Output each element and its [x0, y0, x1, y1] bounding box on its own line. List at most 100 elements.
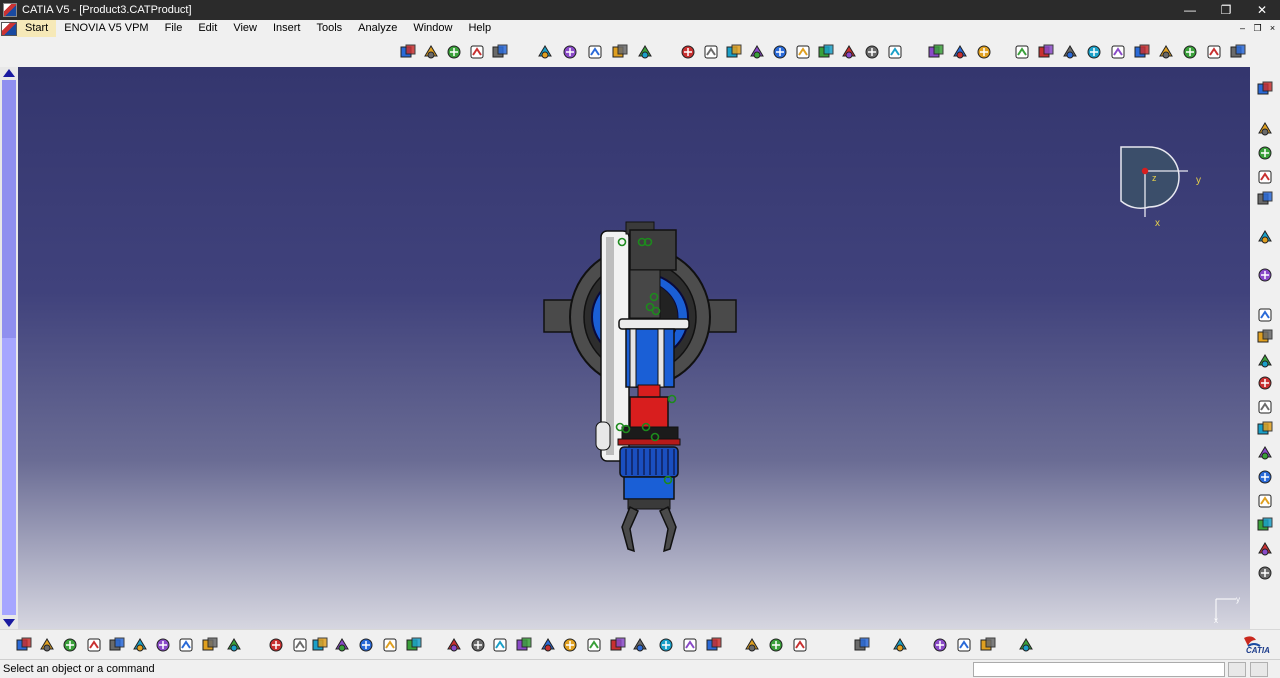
- section-icon[interactable]: [610, 42, 630, 62]
- paste-icon[interactable]: [153, 635, 173, 655]
- gripper-assembly[interactable]: [543, 221, 737, 553]
- fly-icon[interactable]: [444, 635, 464, 655]
- select-icon[interactable]: [1255, 227, 1275, 247]
- back-view-icon[interactable]: [1036, 42, 1056, 62]
- tree-icon[interactable]: [490, 42, 510, 62]
- menu-start[interactable]: Start: [17, 20, 57, 37]
- stop-icon[interactable]: [1255, 397, 1275, 417]
- swap-visible-icon[interactable]: [1204, 42, 1224, 62]
- analyze-icon[interactable]: [1255, 419, 1275, 439]
- shading-icon[interactable]: [656, 635, 676, 655]
- save-icon[interactable]: [60, 635, 80, 655]
- scroll-up-icon[interactable]: [3, 69, 15, 77]
- sketch-2-icon[interactable]: [1255, 143, 1275, 163]
- table-icon[interactable]: [332, 635, 352, 655]
- maximize-button[interactable]: ❐: [1208, 0, 1244, 20]
- search-icon[interactable]: [585, 42, 605, 62]
- multi-constraint-icon[interactable]: [862, 42, 882, 62]
- angle-icon[interactable]: [793, 42, 813, 62]
- manipulate-icon[interactable]: [890, 635, 910, 655]
- vertical-scrollbar[interactable]: [0, 67, 18, 629]
- zoom-out-icon[interactable]: [560, 635, 580, 655]
- document-icon[interactable]: [1, 21, 17, 36]
- doc-minimize-button[interactable]: –: [1235, 21, 1250, 36]
- menu-enovia[interactable]: ENOVIA V5 VPM: [56, 20, 156, 37]
- sketch-4-icon[interactable]: [1255, 189, 1275, 209]
- grid-icon[interactable]: [1016, 635, 1036, 655]
- constraint-icon[interactable]: [678, 42, 698, 62]
- fix-icon[interactable]: [701, 42, 721, 62]
- update-icon[interactable]: [839, 42, 859, 62]
- doc-close-button[interactable]: ×: [1265, 21, 1280, 36]
- menu-insert[interactable]: Insert: [265, 20, 309, 37]
- 3d-viewport[interactable]: y z x y x: [18, 67, 1250, 629]
- menu-view[interactable]: View: [225, 20, 265, 37]
- viewport-canvas[interactable]: y z x y x: [18, 67, 1250, 629]
- annotation-icon[interactable]: [560, 42, 580, 62]
- catalog-icon[interactable]: [380, 635, 400, 655]
- bottom-view-icon[interactable]: [1132, 42, 1152, 62]
- product-icon[interactable]: [398, 42, 418, 62]
- redo-icon[interactable]: [200, 635, 220, 655]
- print-icon[interactable]: [84, 635, 104, 655]
- camera-icon[interactable]: [790, 635, 810, 655]
- close-button[interactable]: ✕: [1244, 0, 1280, 20]
- cut-icon[interactable]: [107, 635, 127, 655]
- render-icon[interactable]: [852, 635, 872, 655]
- multi-3-icon[interactable]: [766, 635, 786, 655]
- offset-icon[interactable]: [770, 42, 790, 62]
- menu-edit[interactable]: Edit: [190, 20, 225, 37]
- copy-icon[interactable]: [130, 635, 150, 655]
- sketch-3-icon[interactable]: [1255, 167, 1275, 187]
- multi-2-icon[interactable]: [742, 635, 762, 655]
- bom-icon[interactable]: [1255, 539, 1275, 559]
- power-input-field[interactable]: [973, 662, 1225, 677]
- normal-view-icon[interactable]: [584, 635, 604, 655]
- left-view-icon[interactable]: [1060, 42, 1080, 62]
- swap-icon[interactable]: [704, 635, 724, 655]
- explode-icon[interactable]: [926, 42, 946, 62]
- menu-tools[interactable]: Tools: [308, 20, 350, 37]
- clash-icon[interactable]: [1255, 443, 1275, 463]
- menu-analyze[interactable]: Analyze: [350, 20, 405, 37]
- clash-icon[interactable]: [635, 42, 655, 62]
- swap-icon[interactable]: [885, 42, 905, 62]
- assembly-icon[interactable]: [421, 42, 441, 62]
- measure-icon[interactable]: [535, 42, 555, 62]
- catalog-icon[interactable]: [1255, 563, 1275, 583]
- hide-show-icon[interactable]: [680, 635, 700, 655]
- multi-view-icon[interactable]: [608, 635, 628, 655]
- distance-icon[interactable]: [1255, 491, 1275, 511]
- move-icon[interactable]: [1255, 265, 1275, 285]
- menu-window[interactable]: Window: [405, 20, 460, 37]
- sketch-1-icon[interactable]: [1255, 119, 1275, 139]
- minimize-button[interactable]: —: [1172, 0, 1208, 20]
- formula-icon[interactable]: [266, 635, 286, 655]
- manipulate-icon[interactable]: [1255, 305, 1275, 325]
- right-view-icon[interactable]: [1084, 42, 1104, 62]
- section-icon[interactable]: [1255, 467, 1275, 487]
- measure-icon[interactable]: [1255, 515, 1275, 535]
- front-view-icon[interactable]: [1012, 42, 1032, 62]
- rotate-icon[interactable]: [514, 635, 534, 655]
- contact-icon[interactable]: [747, 42, 767, 62]
- smart-move-icon[interactable]: [1255, 351, 1275, 371]
- iso-icon[interactable]: [630, 635, 650, 655]
- reconnect-icon[interactable]: [816, 42, 836, 62]
- eraser-icon[interactable]: [978, 635, 998, 655]
- iso-view-icon[interactable]: [974, 42, 994, 62]
- comment-icon[interactable]: [290, 635, 310, 655]
- scroll-track[interactable]: [2, 338, 16, 615]
- snap-icon[interactable]: [950, 42, 970, 62]
- command-button-2[interactable]: [1250, 662, 1268, 677]
- tree-icon[interactable]: [356, 635, 376, 655]
- link-icon[interactable]: [310, 635, 330, 655]
- explode-icon[interactable]: [1255, 373, 1275, 393]
- settings-icon[interactable]: [1255, 79, 1275, 99]
- scroll-thumb[interactable]: [2, 80, 16, 338]
- zoom-in-icon[interactable]: [538, 635, 558, 655]
- undo-icon[interactable]: [176, 635, 196, 655]
- top-view-icon[interactable]: [1108, 42, 1128, 62]
- component-icon[interactable]: [444, 42, 464, 62]
- open-icon[interactable]: [37, 635, 57, 655]
